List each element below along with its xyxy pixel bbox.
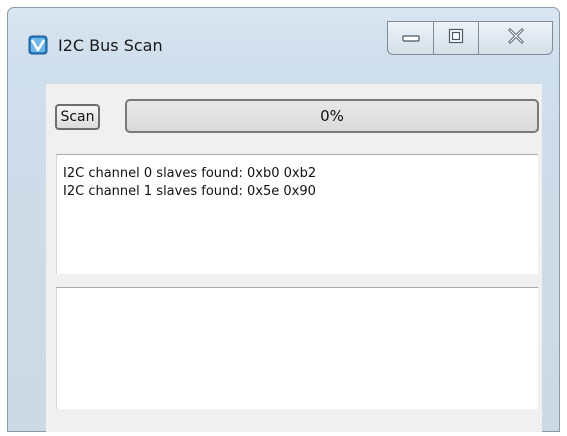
close-button[interactable]: [478, 21, 553, 55]
title-bar[interactable]: I2C Bus Scan: [8, 8, 559, 66]
secondary-text-area[interactable]: [56, 287, 538, 409]
client-area: Scan 0% I2C channel 0 slaves found: 0xb0…: [46, 84, 542, 432]
caption-buttons: [387, 21, 553, 55]
progress-bar: 0%: [125, 99, 539, 133]
output-line: I2C channel 0 slaves found: 0xb0 0xb2: [63, 166, 317, 181]
minimize-button[interactable]: [387, 21, 433, 55]
maximize-button[interactable]: [433, 21, 478, 55]
main-window: I2C Bus Scan Scan 0% I2C channel 0 slave…: [7, 7, 560, 432]
minimize-icon: [401, 29, 420, 48]
output-text-area[interactable]: I2C channel 0 slaves found: 0xb0 0xb2 I2…: [56, 154, 538, 274]
window-title: I2C Bus Scan: [58, 36, 163, 55]
progress-text: 0%: [320, 107, 344, 125]
close-icon: [507, 28, 525, 48]
scan-button[interactable]: Scan: [55, 104, 100, 130]
output-line: I2C channel 1 slaves found: 0x5e 0x90: [63, 184, 316, 199]
app-icon: [28, 35, 48, 55]
maximize-icon: [448, 28, 464, 48]
